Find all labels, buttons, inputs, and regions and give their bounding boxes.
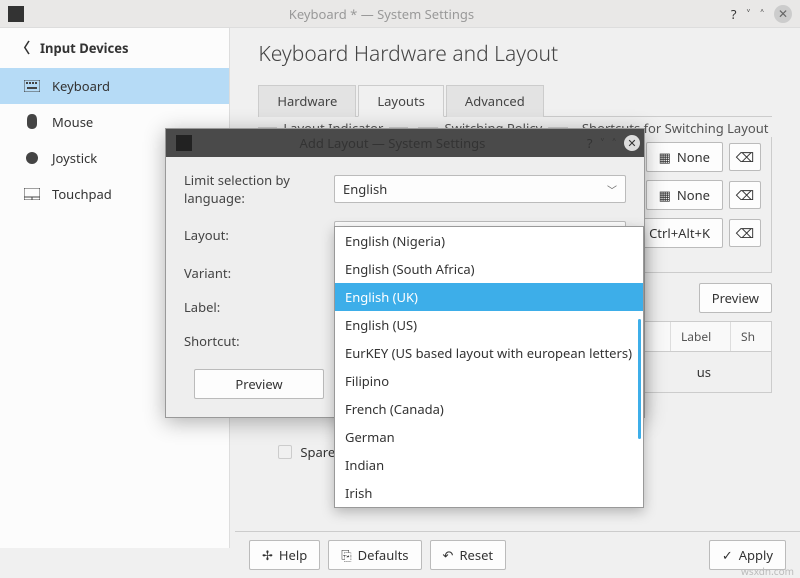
preview-button[interactable]: Preview bbox=[699, 283, 772, 313]
label-field-label: Label: bbox=[184, 298, 334, 316]
limit-label: Limit selection by language: bbox=[184, 171, 334, 207]
page-title: Keyboard Hardware and Layout bbox=[258, 40, 772, 68]
dialog-titlebar[interactable]: Add Layout — System Settings ? ˅ ˄ ✕ bbox=[166, 129, 644, 157]
help-icon[interactable]: ? bbox=[731, 5, 737, 23]
tabs: Hardware Layouts Advanced bbox=[258, 84, 772, 117]
dialog-app-icon bbox=[176, 135, 192, 151]
shortcut-label: Shortcut: bbox=[184, 332, 334, 350]
spare-label: Spare bbox=[300, 443, 335, 461]
sidebar-header: Input Devices bbox=[40, 39, 129, 57]
shortcut-button-2[interactable]: ▦ None bbox=[646, 180, 723, 210]
watermark: wsxdn.com bbox=[741, 564, 794, 578]
dialog-min-icon[interactable]: ˅ bbox=[601, 134, 605, 152]
layout-option[interactable]: German bbox=[335, 423, 643, 451]
joystick-icon bbox=[24, 150, 40, 166]
dropdown-scrollbar[interactable] bbox=[638, 319, 641, 439]
dialog-close-icon[interactable]: ✕ bbox=[624, 135, 640, 151]
maximize-icon[interactable]: ˄ bbox=[760, 5, 764, 23]
clear-shortcut-icon[interactable]: ⌫ bbox=[729, 181, 761, 209]
mouse-icon bbox=[24, 114, 40, 130]
dialog-preview-button[interactable]: Preview bbox=[194, 369, 324, 399]
keyboard-icon bbox=[24, 78, 40, 94]
sidebar-back[interactable]: 〈 Input Devices bbox=[0, 28, 229, 68]
layout-option[interactable]: Indian bbox=[335, 451, 643, 479]
window-titlebar: Keyboard * — System Settings ? ˅ ˄ ✕ bbox=[0, 0, 800, 28]
footer: ✢ Help ⎘ Defaults ↶ Reset ✓ Apply bbox=[235, 531, 800, 578]
dialog-title: Add Layout — System Settings bbox=[198, 134, 587, 152]
tab-advanced[interactable]: Advanced bbox=[446, 85, 544, 117]
dialog-help-icon[interactable]: ? bbox=[587, 134, 593, 152]
dialog-max-icon[interactable]: ˄ bbox=[612, 134, 616, 152]
layout-option[interactable]: Irish bbox=[335, 479, 643, 507]
chevron-down-icon: ﹀ bbox=[607, 182, 617, 197]
sidebar-item-label: Mouse bbox=[52, 113, 93, 131]
table-header-sh: Sh bbox=[731, 322, 771, 351]
minimize-icon[interactable]: ˅ bbox=[747, 5, 751, 23]
defaults-button[interactable]: ⎘ Defaults bbox=[328, 540, 421, 570]
tab-layouts[interactable]: Layouts bbox=[358, 85, 444, 117]
window-title: Keyboard * — System Settings bbox=[32, 5, 731, 23]
spare-checkbox[interactable] bbox=[278, 445, 292, 459]
touchpad-icon bbox=[24, 186, 40, 202]
sidebar-item-label: Keyboard bbox=[52, 77, 110, 95]
layout-option[interactable]: English (South Africa) bbox=[335, 255, 643, 283]
reset-button[interactable]: ↶ Reset bbox=[430, 540, 507, 570]
layout-label: Layout: bbox=[184, 226, 334, 244]
sidebar-item-keyboard[interactable]: Keyboard bbox=[0, 68, 229, 104]
limit-language-combo[interactable]: English﹀ bbox=[334, 175, 626, 203]
layout-option[interactable]: EurKEY (US based layout with european le… bbox=[335, 339, 643, 367]
chevron-left-icon: 〈 bbox=[16, 38, 30, 58]
table-header-label: Label bbox=[671, 322, 731, 351]
shortcut-button-1[interactable]: ▦ None bbox=[646, 142, 723, 172]
layout-option-highlighted[interactable]: English (UK) bbox=[335, 283, 643, 311]
clear-shortcut-icon[interactable]: ⌫ bbox=[729, 219, 761, 247]
layout-option[interactable]: French (Canada) bbox=[335, 395, 643, 423]
help-button[interactable]: ✢ Help bbox=[249, 540, 320, 570]
tab-hardware[interactable]: Hardware bbox=[258, 85, 356, 117]
layout-option[interactable]: English (Nigeria) bbox=[335, 227, 643, 255]
variant-label: Variant: bbox=[184, 264, 334, 282]
app-icon bbox=[8, 6, 24, 22]
layout-option[interactable]: Filipino bbox=[335, 367, 643, 395]
layout-option[interactable]: English (US) bbox=[335, 311, 643, 339]
sidebar-item-label: Joystick bbox=[52, 149, 97, 167]
layout-dropdown-list[interactable]: English (Nigeria) English (South Africa)… bbox=[334, 226, 644, 508]
sidebar-item-label: Touchpad bbox=[52, 185, 112, 203]
close-icon[interactable]: ✕ bbox=[774, 5, 792, 23]
clear-shortcut-icon[interactable]: ⌫ bbox=[729, 143, 761, 171]
